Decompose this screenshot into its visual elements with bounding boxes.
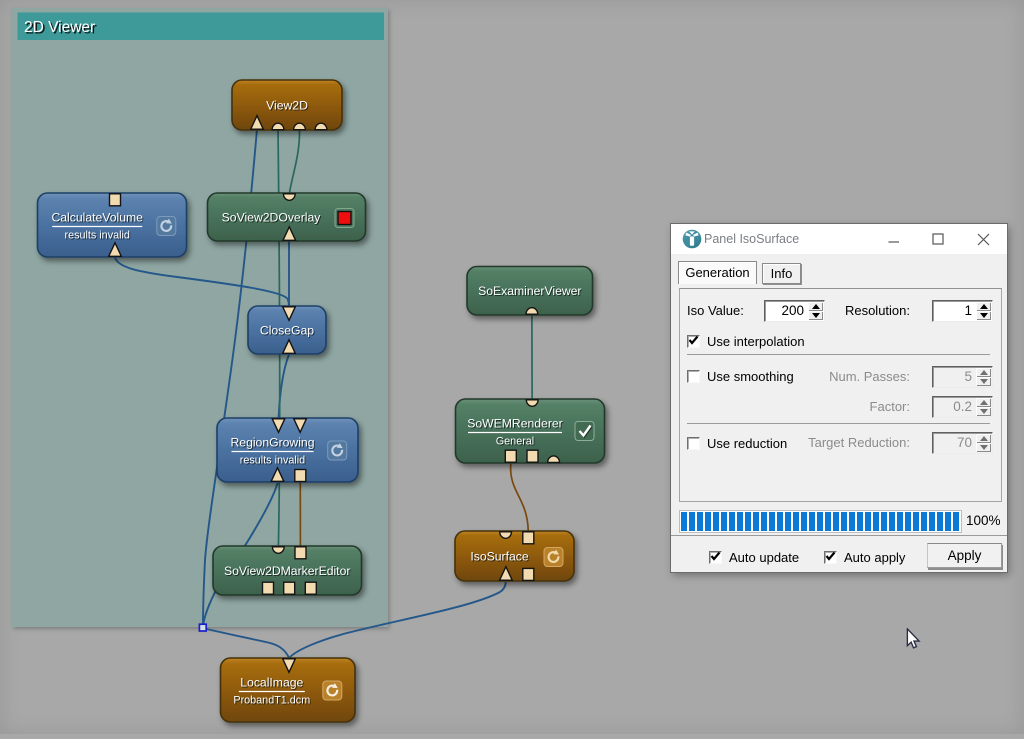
svg-text:CalculateVolume: CalculateVolume [51,211,143,225]
svg-text:SoView2DMarkerEditor: SoView2DMarkerEditor [224,564,350,578]
svg-text:2D Viewer: 2D Viewer [24,19,95,36]
svg-text:SoWEMRenderer: SoWEMRenderer [467,417,563,431]
svg-text:ProbandT1.dcm: ProbandT1.dcm [233,695,310,707]
svg-text:results invalid: results invalid [64,230,129,242]
svg-text:SoView2DOverlay: SoView2DOverlay [222,210,322,224]
svg-text:results invalid: results invalid [240,455,305,467]
svg-text:View2D: View2D [266,98,308,112]
svg-text:RegionGrowing: RegionGrowing [230,436,314,450]
svg-text:LocalImage: LocalImage [240,676,303,690]
svg-text:General: General [496,436,534,448]
svg-text:SoExaminerViewer: SoExaminerViewer [478,284,581,298]
svg-text:CloseGap: CloseGap [260,323,314,337]
svg-text:IsoSurface: IsoSurface [470,549,528,563]
